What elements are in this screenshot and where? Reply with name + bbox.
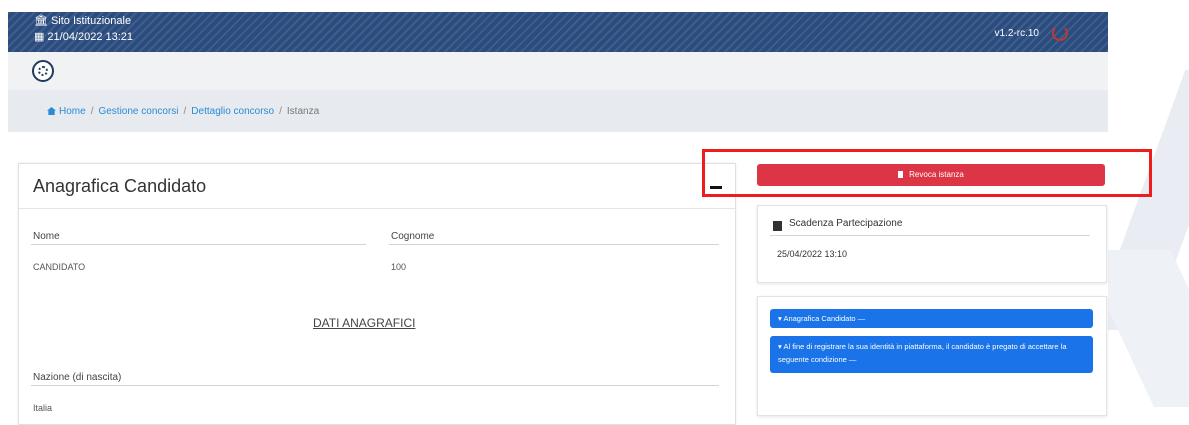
site-label: Sito Istituzionale (50, 15, 132, 27)
breadcrumb-separator: / (279, 106, 282, 117)
side-nav-condizione[interactable]: ▾ Al fine di registrare la sua identità … (770, 336, 1093, 373)
section-title: DATI ANAGRAFICI (313, 316, 416, 330)
side-nav-anagrafica-label: Anagrafica Candidato — (783, 314, 866, 323)
scadenza-title: Scadenza Partecipazione (789, 218, 903, 229)
breadcrumb-separator: / (90, 106, 94, 117)
scadenza-underline (770, 235, 1090, 236)
side-nav-condizione-label: Al fine di registrare la sua identità in… (778, 342, 1067, 364)
calendar-icon (773, 221, 782, 231)
side-nav-card: ▾ Anagrafica Candidato — ▾ Al fine di re… (757, 296, 1107, 416)
breadcrumb-separator: / (183, 106, 187, 117)
logo-bar (8, 52, 1108, 90)
breadcrumb-current: Istanza (286, 106, 320, 117)
nome-underline (31, 244, 366, 245)
datetime-value: 21/04/2022 13:21 (47, 31, 134, 43)
nome-value: CANDIDATO (33, 262, 86, 272)
breadcrumb-home[interactable]: Home (59, 106, 86, 117)
background-decoration (1108, 0, 1189, 407)
breadcrumb-gestione-concorsi[interactable]: Gestione concorsi (98, 106, 178, 117)
home-icon (47, 107, 56, 115)
cognome-value: 100 (391, 262, 407, 272)
version-label: v1.2-rc.10 (994, 28, 1039, 39)
nazione-underline (31, 385, 719, 386)
cognome-underline (389, 244, 719, 245)
breadcrumb-dettaglio-concorso[interactable]: Dettaglio concorso (191, 106, 274, 117)
breadcrumb: Home / Gestione concorsi / Dettaglio concors… (8, 90, 1108, 132)
emblem-icon[interactable] (32, 60, 54, 82)
datetime-display: ▦ 21/04/2022 13:21 (34, 30, 133, 44)
institution-icon: 🏛 (34, 15, 48, 27)
cognome-label: Cognome (391, 231, 435, 242)
nome-label: Nome (33, 231, 60, 242)
site-link[interactable]: 🏛 Sito Istituzionale (34, 14, 131, 28)
scadenza-date: 25/04/2022 13:10 (777, 249, 848, 259)
nazione-label: Nazione (di nascita) (33, 372, 122, 383)
card-title: Anagrafica Candidato (33, 176, 207, 196)
logout-icon[interactable] (1052, 25, 1068, 41)
scadenza-card: Scadenza Partecipazione 25/04/2022 13:10 (757, 205, 1107, 283)
top-header-bar: 🏛 Sito Istituzionale ▦ 21/04/2022 13:21 v1… (8, 12, 1108, 52)
nazione-value: Italia (33, 403, 53, 413)
card-header: Anagrafica Candidato (19, 164, 735, 209)
side-nav-anagrafica[interactable]: ▾ Anagrafica Candidato — (770, 309, 1093, 328)
calendar-clock-icon: ▦ (34, 31, 45, 43)
highlight-box (702, 149, 1152, 197)
anagrafica-card: Anagrafica Candidato Nome Cognome CANDID… (18, 163, 736, 425)
